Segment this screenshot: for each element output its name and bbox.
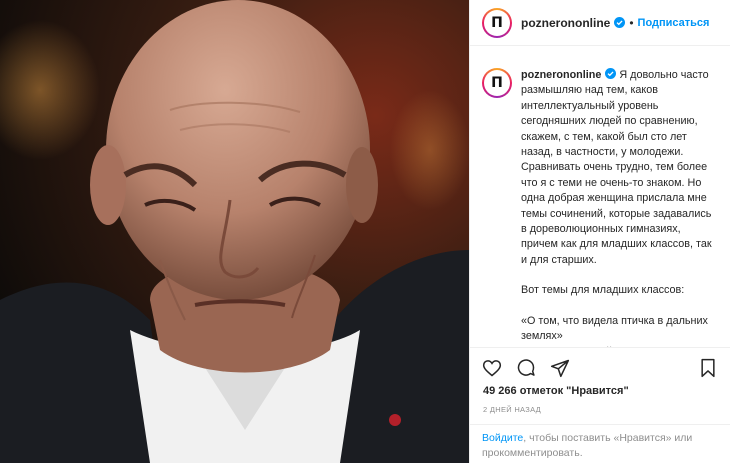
instagram-post: П poznerononline • Подписаться П poznero…	[0, 0, 730, 463]
header-username[interactable]: poznerononline	[521, 16, 610, 30]
verified-badge-icon	[605, 68, 617, 79]
caption-username[interactable]: poznerononline	[521, 69, 601, 81]
comments-area[interactable]: П poznerononline Я довольно часто размыш…	[470, 46, 730, 347]
caption-body: poznerononline Я довольно часто размышля…	[521, 68, 718, 347]
avatar-inner: П	[484, 9, 510, 36]
post-side-panel: П poznerononline • Подписаться П poznero…	[469, 0, 730, 463]
heart-icon[interactable]	[481, 357, 503, 379]
share-icon[interactable]	[549, 357, 571, 379]
caption-text: Вот темы для младших классов:	[521, 284, 685, 297]
login-link[interactable]: Войдите	[482, 432, 523, 444]
avatar-inner: П	[484, 70, 510, 96]
caption-text: Я довольно часто размышляю над тем, како…	[521, 69, 715, 266]
follow-button[interactable]: Подписаться	[638, 17, 710, 29]
login-prompt: Войдите, чтобы поставить «Нравится» или …	[470, 424, 730, 463]
likes-count[interactable]: 49 266 отметок "Нравится"	[483, 385, 629, 397]
avatar-logo: П	[491, 75, 503, 91]
portrait-image	[0, 0, 469, 463]
caption-text: «О том, что видела птичка в дальних земл…	[521, 314, 708, 347]
action-bar	[470, 347, 730, 387]
caption-avatar[interactable]: П	[482, 68, 512, 98]
post-header: П poznerononline • Подписаться	[470, 0, 730, 46]
caption: П poznerononline Я довольно часто размыш…	[482, 68, 718, 347]
bookmark-icon[interactable]	[697, 357, 719, 379]
verified-badge-icon	[614, 17, 626, 28]
avatar-logo: П	[491, 14, 503, 31]
post-photo[interactable]	[0, 0, 469, 463]
comment-icon[interactable]	[515, 357, 537, 379]
separator-dot: •	[629, 15, 634, 30]
caption-paragraph: poznerononline Я довольно часто размышля…	[521, 68, 718, 268]
avatar[interactable]: П	[482, 7, 512, 38]
post-date[interactable]: 2 ДНЕЙ НАЗАД	[483, 405, 541, 414]
